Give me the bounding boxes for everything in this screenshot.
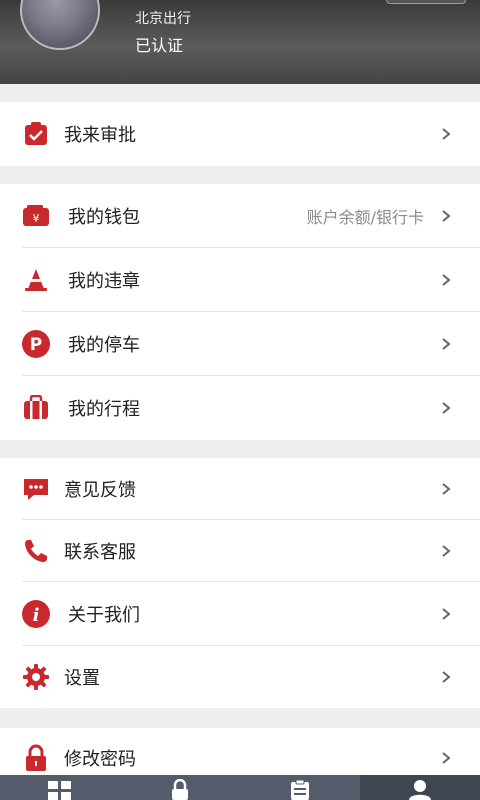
chevron-right-icon <box>442 128 451 140</box>
lock-icon <box>21 743 51 773</box>
tab-orders[interactable] <box>240 775 360 800</box>
menu-group-support: 意见反馈 联系客服 i 关于我们 设置 <box>0 458 480 708</box>
svg-text:¥: ¥ <box>33 212 40 225</box>
verification-status: 已认证 <box>135 36 184 55</box>
svg-text:P: P <box>30 335 42 355</box>
chevron-right-icon <box>442 338 451 350</box>
grid-icon <box>48 781 71 800</box>
menu-item-approval[interactable]: 我来审批 <box>0 102 480 166</box>
menu-item-label: 我来审批 <box>64 125 136 146</box>
chevron-right-icon <box>442 483 451 495</box>
gear-icon <box>21 662 51 692</box>
avatar[interactable] <box>20 0 100 50</box>
chevron-right-icon <box>442 210 451 222</box>
tab-profile[interactable] <box>360 775 480 800</box>
person-icon <box>409 780 431 800</box>
menu-item-wallet[interactable]: ¥ 我的钱包 账户余额/银行卡 <box>0 184 480 248</box>
menu-item-label: 设置 <box>64 668 100 689</box>
menu-group-approval: 我来审批 <box>0 102 480 166</box>
menu-item-trips[interactable]: 我的行程 <box>0 376 480 440</box>
info-icon: i <box>21 599 51 629</box>
chevron-right-icon <box>442 608 451 620</box>
menu-item-feedback[interactable]: 意见反馈 <box>0 458 480 520</box>
menu-item-label: 我的停车 <box>68 335 140 356</box>
tab-home[interactable] <box>0 775 120 800</box>
menu-item-label: 我的钱包 <box>68 207 140 228</box>
chevron-right-icon <box>442 545 451 557</box>
menu-item-label: 我的行程 <box>68 399 140 420</box>
wallet-icon: ¥ <box>21 201 51 231</box>
approval-icon <box>21 119 51 149</box>
menu-item-parking[interactable]: P 我的停车 <box>0 312 480 376</box>
menu-item-violations[interactable]: 我的违章 <box>0 248 480 312</box>
menu-item-label: 关于我们 <box>68 605 140 626</box>
menu-group-personal: ¥ 我的钱包 账户余额/银行卡 我的违章 P 我的停车 我的行程 <box>0 184 480 440</box>
traffic-cone-icon <box>21 265 51 295</box>
menu-item-customer-service[interactable]: 联系客服 <box>0 520 480 582</box>
menu-item-label: 我的违章 <box>68 271 140 292</box>
header-button[interactable] <box>386 0 466 4</box>
phone-icon <box>21 536 51 566</box>
luggage-icon <box>21 393 51 423</box>
svg-text:i: i <box>33 605 40 626</box>
menu-item-label: 修改密码 <box>64 749 136 770</box>
tab-lock[interactable] <box>120 775 240 800</box>
bottom-tab-bar <box>0 775 480 800</box>
lock-icon <box>172 779 188 800</box>
clipboard-icon <box>291 779 309 800</box>
chevron-right-icon <box>442 671 451 683</box>
wallet-subtitle: 账户余额/银行卡 <box>306 208 424 227</box>
menu-item-label: 联系客服 <box>64 542 136 563</box>
chevron-right-icon <box>442 274 451 286</box>
chevron-right-icon <box>442 752 451 764</box>
menu-item-label: 意见反馈 <box>64 480 136 501</box>
profile-header: 北京出行 已认证 <box>0 0 480 84</box>
feedback-icon <box>21 474 51 504</box>
user-name: 北京出行 <box>135 11 191 27</box>
chevron-right-icon <box>442 402 451 414</box>
menu-item-settings[interactable]: 设置 <box>0 646 480 708</box>
menu-item-about[interactable]: i 关于我们 <box>0 582 480 646</box>
parking-icon: P <box>21 329 51 359</box>
